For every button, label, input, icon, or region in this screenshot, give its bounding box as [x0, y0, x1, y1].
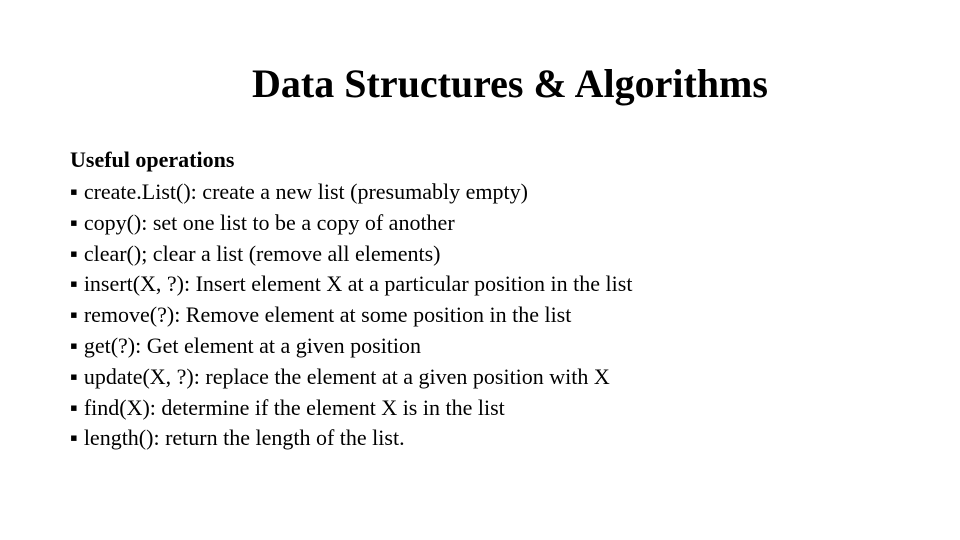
operations-list: ▪ create.List(): create a new list (pres…	[70, 177, 890, 454]
square-bullet-icon: ▪	[70, 208, 78, 239]
slide-content: Useful operations ▪ create.List(): creat…	[70, 147, 890, 454]
list-item: ▪ copy(): set one list to be a copy of a…	[70, 208, 890, 239]
list-item-text: find(X): determine if the element X is i…	[84, 393, 890, 424]
list-item: ▪ remove(?): Remove element at some posi…	[70, 300, 890, 331]
square-bullet-icon: ▪	[70, 177, 78, 208]
list-item: ▪ update(X, ?): replace the element at a…	[70, 362, 890, 393]
square-bullet-icon: ▪	[70, 300, 78, 331]
square-bullet-icon: ▪	[70, 269, 78, 300]
list-item-text: clear(); clear a list (remove all elemen…	[84, 239, 890, 270]
list-item-text: get(?): Get element at a given position	[84, 331, 890, 362]
square-bullet-icon: ▪	[70, 393, 78, 424]
list-item: ▪ length(): return the length of the lis…	[70, 423, 890, 454]
square-bullet-icon: ▪	[70, 239, 78, 270]
list-item-text: create.List(): create a new list (presum…	[84, 177, 890, 208]
slide-title: Data Structures & Algorithms	[130, 60, 890, 107]
list-item-text: update(X, ?): replace the element at a g…	[84, 362, 890, 393]
square-bullet-icon: ▪	[70, 423, 78, 454]
list-item: ▪ insert(X, ?): Insert element X at a pa…	[70, 269, 890, 300]
square-bullet-icon: ▪	[70, 362, 78, 393]
list-item-text: copy(): set one list to be a copy of ano…	[84, 208, 890, 239]
section-subtitle: Useful operations	[70, 147, 890, 173]
square-bullet-icon: ▪	[70, 331, 78, 362]
slide-container: Data Structures & Algorithms Useful oper…	[0, 0, 960, 540]
list-item: ▪ clear(); clear a list (remove all elem…	[70, 239, 890, 270]
list-item-text: remove(?): Remove element at some positi…	[84, 300, 890, 331]
list-item: ▪ get(?): Get element at a given positio…	[70, 331, 890, 362]
list-item-text: length(): return the length of the list.	[84, 423, 890, 454]
list-item: ▪ find(X): determine if the element X is…	[70, 393, 890, 424]
list-item: ▪ create.List(): create a new list (pres…	[70, 177, 890, 208]
list-item-text: insert(X, ?): Insert element X at a part…	[84, 269, 890, 300]
